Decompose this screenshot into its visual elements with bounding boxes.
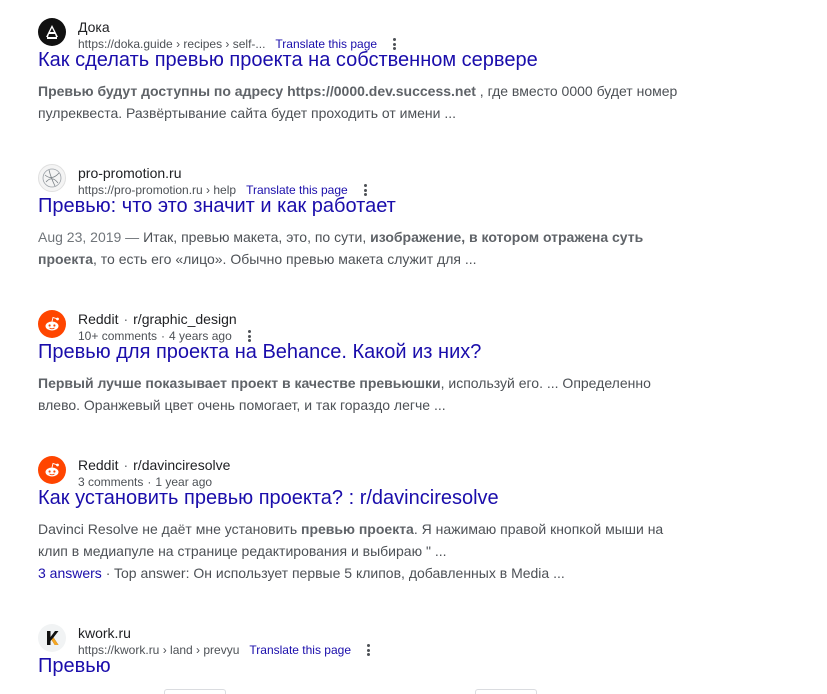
answers-line: 3 answers · Top answer: Он использует пе… — [38, 562, 565, 584]
more-options-icon[interactable] — [367, 644, 371, 656]
pro-promotion-logo-icon[interactable] — [38, 164, 66, 192]
snippet-text: Итак, превью макета, это, по сути, — [143, 229, 371, 245]
result-title[interactable]: Превью для проекта на Behance. Какой из … — [38, 339, 481, 365]
doka-logo-icon[interactable] — [38, 18, 66, 46]
snippet-bold: Превью будут доступны по адресу https://… — [38, 83, 476, 99]
site-line: Reddit · r/davinciresolve — [78, 456, 230, 474]
kwork-logo-icon[interactable] — [38, 624, 66, 652]
snippet-bold: превью проекта — [301, 521, 414, 537]
result-title[interactable]: Превью: что это значит и как работает — [38, 193, 396, 219]
site-name[interactable]: Reddit — [78, 311, 118, 327]
reddit-logo-icon[interactable] — [38, 456, 66, 484]
reddit-logo-icon[interactable] — [38, 310, 66, 338]
site-name[interactable]: Дока — [78, 18, 397, 36]
result-snippet: Превью будут доступны по адресу https://… — [38, 80, 688, 124]
result-source: kwork.ru https://kwork.ru › land › prevy… — [78, 624, 371, 658]
snippet-bold: Первый лучше показывает проект в качеств… — [38, 375, 441, 391]
separator: · — [123, 457, 129, 473]
site-name[interactable]: kwork.ru — [78, 624, 371, 642]
result-title[interactable]: Превью — [38, 653, 111, 679]
site-name[interactable]: Reddit — [78, 457, 118, 473]
site-name[interactable]: pro-promotion.ru — [78, 164, 368, 182]
result-snippet: Aug 23, 2019 — Итак, превью макета, это,… — [38, 226, 688, 270]
result-snippet: Davinci Resolve не даёт мне установить п… — [38, 518, 688, 562]
answers-link[interactable]: 3 answers — [38, 565, 102, 581]
result-title[interactable]: Как сделать превью проекта на собственно… — [38, 47, 538, 73]
url-line: https://kwork.ru › land › prevyu Transla… — [78, 642, 371, 658]
result-title[interactable]: Как установить превью проекта? : r/davin… — [38, 485, 499, 511]
snippet-text: Davinci Resolve не даёт мне установить — [38, 521, 301, 537]
result-date: Aug 23, 2019 — — [38, 229, 144, 245]
snippet-text: , то есть его «лицо». Обычно превью маке… — [93, 251, 477, 267]
top-answer-text: · Top answer: Он использует первые 5 кли… — [101, 565, 565, 581]
translate-link[interactable]: Translate this page — [249, 642, 351, 658]
result-snippet: Первый лучше показывает проект в качеств… — [38, 372, 688, 416]
separator: · — [123, 311, 129, 327]
site-line: Reddit · r/graphic_design — [78, 310, 252, 328]
search-results: Дока https://doka.guide › recipes › self… — [0, 0, 827, 694]
subreddit-name[interactable]: r/graphic_design — [133, 311, 237, 327]
subreddit-name[interactable]: r/davinciresolve — [133, 457, 230, 473]
